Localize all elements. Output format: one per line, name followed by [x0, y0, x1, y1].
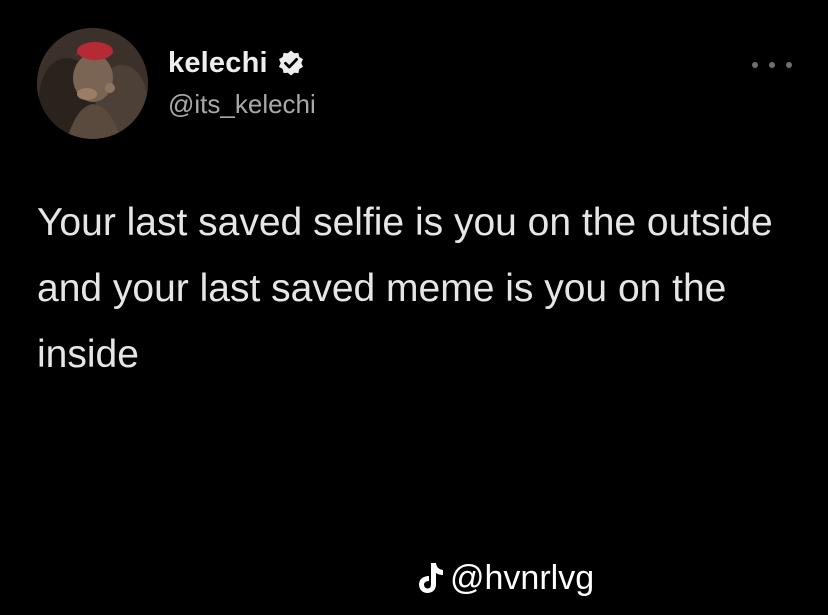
dot-icon	[752, 62, 758, 68]
dot-icon	[786, 62, 792, 68]
tweet-screenshot: kelechi @its_kelechi Your last saved sel…	[0, 0, 828, 615]
tiktok-watermark: @hvnrlvg	[415, 556, 594, 600]
dot-icon	[769, 62, 775, 68]
author-name-row: kelechi	[168, 46, 305, 80]
display-name[interactable]: kelechi	[168, 47, 268, 80]
avatar[interactable]	[37, 28, 148, 139]
watermark-handle: @hvnrlvg	[450, 558, 595, 597]
tiktok-logo-icon	[419, 563, 443, 593]
user-handle[interactable]: @its_kelechi	[168, 89, 316, 120]
profile-photo-icon	[37, 28, 148, 139]
more-options-button[interactable]	[752, 58, 792, 72]
verified-badge-icon	[278, 50, 303, 76]
tweet-text: Your last saved selfie is you on the out…	[37, 201, 773, 376]
